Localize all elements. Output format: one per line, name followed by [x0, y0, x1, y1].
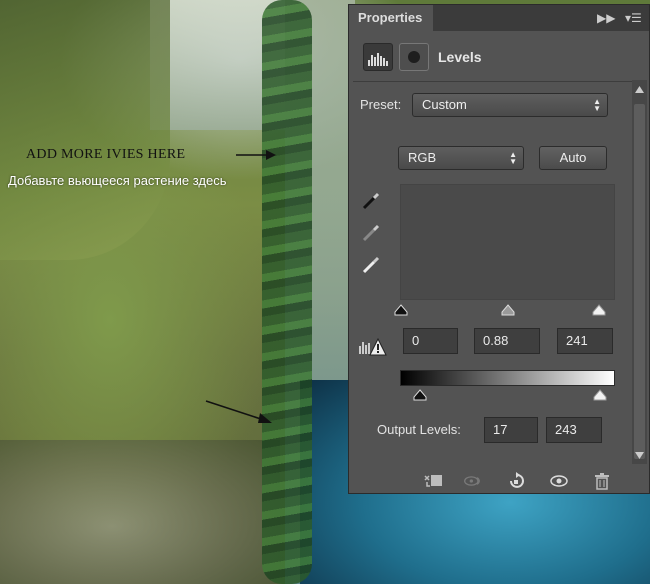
output-low-field[interactable]: 17 — [484, 417, 538, 443]
reset-icon[interactable] — [506, 472, 526, 490]
preset-value: Custom — [422, 97, 467, 112]
output-levels-label: Output Levels: — [377, 422, 461, 437]
input-gamma-field[interactable]: 0.88 — [474, 328, 540, 354]
annotation-russian: Добавьте вьющееся растение здесь — [8, 173, 227, 188]
clip-to-layer-icon[interactable] — [423, 472, 443, 490]
panel-scrollbar[interactable] — [632, 80, 647, 464]
visibility-eye-icon[interactable] — [549, 472, 569, 490]
channel-value: RGB — [408, 150, 437, 165]
view-previous-icon[interactable] — [463, 472, 483, 490]
output-gradient-bar — [400, 370, 615, 386]
channel-select[interactable]: RGB ▲ ▼ — [398, 146, 524, 170]
black-eyedropper-icon[interactable] — [360, 190, 382, 212]
levels-adjustment-icon[interactable] — [363, 43, 393, 71]
input-white-field[interactable]: 241 — [557, 328, 613, 354]
panel-title: Levels — [438, 49, 482, 65]
select-arrows-icon: ▲ ▼ — [509, 150, 517, 166]
select-arrows-icon: ▲ ▼ — [593, 97, 601, 113]
annotation-english: ADD MORE IVIES HERE — [26, 147, 186, 162]
preset-select[interactable]: Custom ▲ ▼ — [412, 93, 608, 117]
auto-button[interactable]: Auto — [539, 146, 607, 170]
input-white-slider[interactable] — [592, 304, 606, 316]
panel-header: Levels — [349, 31, 649, 81]
delete-trash-icon[interactable] — [592, 472, 612, 490]
preset-label: Preset: — [360, 97, 402, 112]
input-black-slider[interactable] — [394, 304, 408, 316]
white-eyedropper-icon[interactable] — [360, 254, 382, 276]
arrow-annotation-bottom — [205, 400, 272, 423]
scrollbar-thumb[interactable] — [634, 104, 645, 459]
panel-menu-icon[interactable]: ▾☰ — [625, 11, 642, 25]
background-ivy — [262, 0, 312, 584]
arrow-annotation-top — [236, 150, 276, 160]
scroll-down-icon[interactable] — [635, 452, 644, 459]
mask-icon[interactable] — [399, 43, 429, 71]
output-high-field[interactable]: 243 — [546, 417, 602, 443]
panel-tab-bar: Properties ▶▶ ▾☰ — [349, 5, 649, 31]
input-gamma-slider[interactable] — [501, 304, 515, 316]
calculate-levels-icon[interactable] — [357, 336, 387, 358]
levels-histogram — [400, 184, 615, 300]
background-cliff — [0, 0, 170, 260]
scroll-up-icon[interactable] — [635, 86, 644, 93]
expand-icon[interactable]: ▶▶ — [597, 11, 615, 25]
tab-properties[interactable]: Properties — [349, 5, 433, 31]
output-black-slider[interactable] — [413, 389, 427, 401]
header-divider — [353, 81, 633, 82]
background-stones — [0, 440, 280, 584]
output-white-slider[interactable] — [593, 389, 607, 401]
input-black-field[interactable]: 0 — [403, 328, 458, 354]
gray-eyedropper-icon[interactable] — [360, 222, 382, 244]
